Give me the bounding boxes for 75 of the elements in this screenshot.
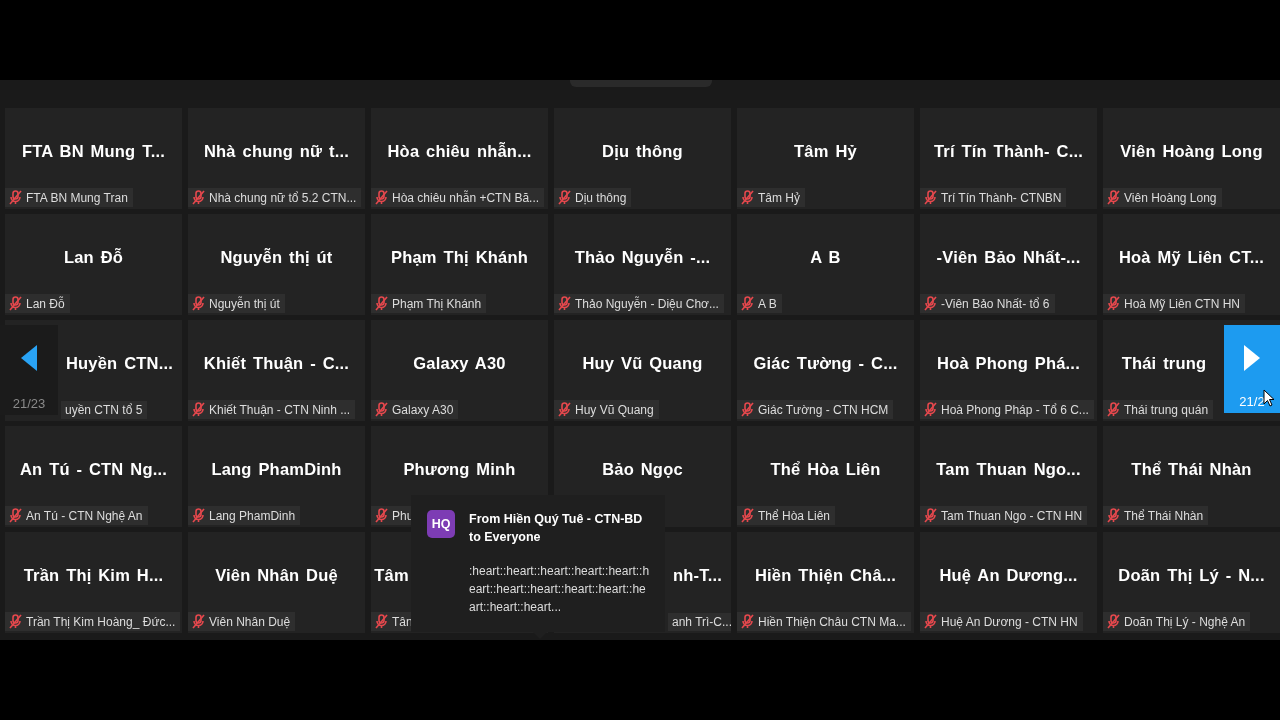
participant-name: Tâm Hỷ (794, 141, 857, 161)
participant-name: Trần Thị Kim H... (23, 565, 164, 585)
name-label: Hòa chiêu nhẫn +CTN Bă... (371, 188, 545, 207)
name-label: Thể Thái Nhàn (1103, 506, 1209, 525)
participant-name: Thể Thái Nhàn (1131, 459, 1252, 479)
name-label: An Tú - CTN Nghệ An (5, 506, 148, 525)
participant-name: Thể Hòa Liên (770, 459, 881, 479)
name-label: -Viên Bảo Nhất- tổ 6 (920, 294, 1055, 313)
name-label: Tam Thuan Ngo - CTN HN (920, 506, 1088, 525)
name-label: Nguyễn thị út (188, 294, 285, 313)
name-label: Lan Đỗ (5, 294, 70, 313)
participant-name: Huệ An Dương... (939, 565, 1078, 585)
participant-name: A B (810, 247, 841, 267)
participant-name: Hoà Mỹ Liên CT... (1118, 247, 1265, 267)
participant-name: -Viên Bảo Nhất-... (936, 247, 1081, 267)
name-label: Khiết Thuận - CTN Ninh ... (188, 400, 356, 419)
participant-name: Viên Hoàng Long (1120, 141, 1263, 161)
participant-name: Hoà Phong Phá... (937, 353, 1080, 373)
name-label: FTA BN Mung Tran (5, 188, 133, 207)
participant-name: FTA BN Mung T... (22, 141, 165, 161)
participant-name: Lan Đỗ (63, 247, 124, 267)
name-label: Trí Tín Thành- CTNBN (920, 188, 1067, 207)
participant-name: nh-T... (672, 565, 723, 585)
participant-name: Galaxy A30 (413, 353, 506, 373)
name-label: Thái trung quán (1103, 400, 1214, 419)
participant-name: Nhà chung nữ t... (203, 141, 350, 161)
triangle-left-icon (20, 345, 38, 371)
name-label: Dịu thông (554, 188, 632, 207)
name-label: anh Trì-C... (668, 613, 731, 631)
triangle-right-icon (1243, 345, 1261, 371)
name-label: Huệ An Dương - CTN HN (920, 612, 1083, 631)
participant-name: Thái trung (1121, 353, 1207, 373)
participant-name: Hòa chiêu nhẫn... (387, 141, 532, 161)
participant-name: Trí Tín Thành- C... (933, 141, 1084, 161)
participant-name: Thảo Nguyễn -... (574, 247, 711, 267)
name-label: Hoà Mỹ Liên CTN HN (1103, 294, 1246, 313)
participant-name: Tam Thuan Ngo... (936, 459, 1081, 479)
chat-message: :heart::heart::heart::heart::heart::heart::heart::heart::heart::heart::heart::heart::heart... (469, 563, 651, 616)
name-label: Phạm Thị Khánh (371, 294, 487, 313)
name-label: Galaxy A30 (371, 400, 459, 419)
participant-name: Nguyễn thị út (220, 247, 333, 267)
name-label: Viên Nhân Duệ (188, 612, 296, 631)
participant-name: Phương Minh (403, 459, 516, 479)
name-label: Lang PhamDinh (188, 506, 301, 525)
avatar: HQ (427, 510, 455, 538)
name-label: Nhà chung nữ tổ 5.2 CTN... (188, 188, 362, 207)
name-label: Giác Tường - CTN HCM (737, 400, 894, 419)
name-label: Huy Vũ Quang (554, 400, 659, 419)
name-label: Trần Thị Kim Hoàng_ Đức... (5, 612, 181, 631)
name-label: Hoà Phong Pháp - Tổ 6 C... (920, 400, 1094, 419)
participant-name: Phạm Thị Khánh (391, 247, 528, 267)
name-label: Viên Hoàng Long (1103, 188, 1222, 207)
participant-name: Huyền CTN... (65, 353, 174, 373)
participant-name: Bảo Ngọc (602, 459, 683, 479)
chat-sender: From Hiền Quý Tuê - CTN-BD to Everyone (469, 511, 644, 546)
name-label: Thể Hòa Liên (737, 506, 836, 525)
name-label: Thảo Nguyễn - Diệu Chơ... (554, 294, 724, 313)
participant-name: Viên Nhân Duệ (215, 565, 338, 585)
participant-name: Dịu thông (602, 141, 683, 161)
name-label: A B (737, 294, 782, 313)
name-label: Hiền Thiện Châu CTN Ma... (737, 612, 911, 631)
name-label: Tâm Hỷ (737, 188, 805, 207)
participant-name: Huy Vũ Quang (582, 353, 703, 373)
next-page-button[interactable]: 21/2 (1224, 325, 1280, 413)
participant-name: Doãn Thị Lý - N... (1118, 565, 1265, 585)
top-handle[interactable] (570, 80, 712, 87)
participant-name: An Tú - CTN Ng... (19, 459, 167, 479)
name-label: uyền CTN tổ 5 (61, 401, 148, 419)
participant-name: Giác Tường - C... (753, 353, 898, 373)
participant-name: Lang PhamDinh (211, 459, 342, 479)
name-label: Doãn Thị Lý - Nghệ An (1103, 612, 1251, 631)
cursor-icon (1263, 389, 1275, 407)
participant-name: Tâm (374, 565, 409, 585)
participant-name: Hiền Thiện Châ... (754, 565, 897, 585)
participant-name: Khiết Thuận - C... (203, 353, 350, 373)
